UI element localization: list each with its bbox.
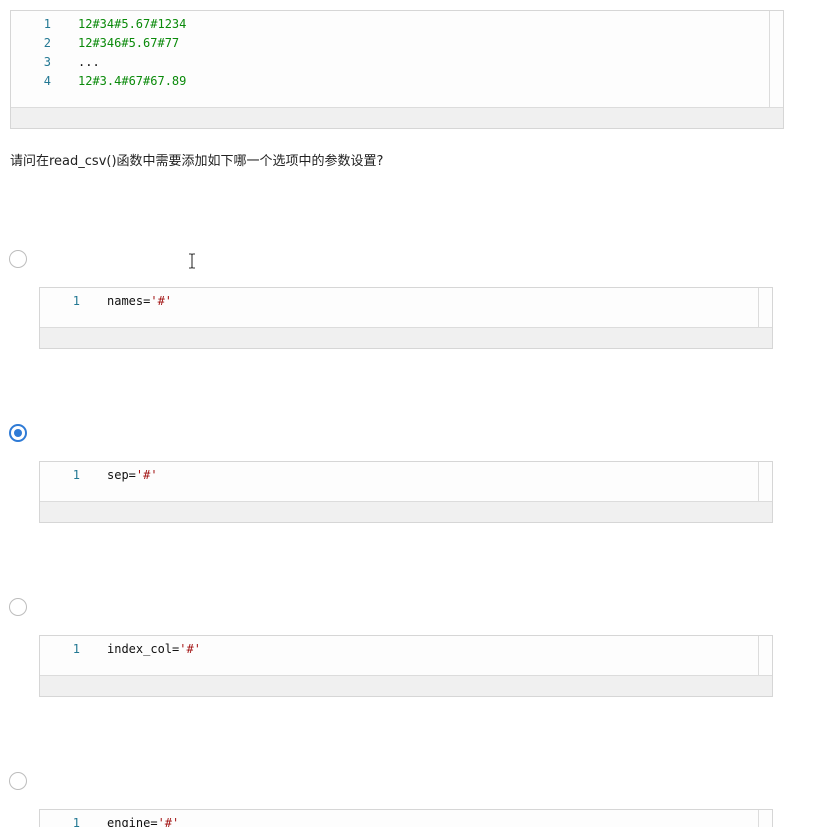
line-number: 1 — [72, 468, 80, 482]
line-number: 3 — [43, 55, 51, 69]
question-text: 请问在read_csv()函数中需要添加如下哪一个选项中的参数设置? — [10, 154, 384, 169]
code-param: names= — [107, 294, 151, 308]
line-number: 1 — [72, 816, 80, 827]
line-number: 1 — [43, 17, 51, 31]
option-d-radio[interactable] — [9, 772, 27, 790]
code-string: '#' — [135, 468, 158, 482]
vertical-scrollbar[interactable] — [758, 288, 772, 327]
option-d-code-block: 1 engine= '#' — [39, 809, 773, 827]
code-text: 12#3.4#67#67.89 — [78, 74, 187, 88]
code-line: 1 sep= '#' — [40, 466, 772, 485]
line-number: 1 — [72, 294, 80, 308]
line-number: 1 — [72, 642, 80, 656]
option-b-code-block: 1 sep= '#' — [39, 461, 773, 523]
horizontal-scrollbar[interactable] — [40, 676, 772, 696]
option-b-code-editor[interactable]: 1 sep= '#' — [40, 462, 772, 502]
code-string: '#' — [179, 642, 201, 656]
vertical-scrollbar[interactable] — [758, 636, 772, 675]
code-line: 2 12#346#5.67#77 — [11, 34, 783, 53]
text-cursor-icon — [189, 253, 195, 269]
line-number: 2 — [43, 36, 51, 50]
code-text: ... — [78, 55, 100, 69]
option-b-radio[interactable] — [9, 424, 27, 442]
code-param: index_col= — [107, 642, 180, 656]
data-code-editor[interactable]: 1 12#34#5.67#1234 2 12#346#5.67#77 3 ...… — [11, 11, 783, 108]
option-c-code-block: 1 index_col= '#' — [39, 635, 773, 697]
code-line: 4 12#3.4#67#67.89 — [11, 72, 783, 91]
horizontal-scrollbar[interactable] — [11, 108, 783, 128]
horizontal-scrollbar[interactable] — [40, 502, 772, 522]
code-line: 1 12#34#5.67#1234 — [11, 15, 783, 34]
code-string: '#' — [157, 816, 180, 827]
vertical-scrollbar[interactable] — [758, 810, 772, 827]
option-a-code-block: 1 names= '#' — [39, 287, 773, 349]
option-d-code-editor[interactable]: 1 engine= '#' — [40, 810, 772, 827]
code-line: 1 engine= '#' — [40, 814, 772, 827]
option-c-radio[interactable] — [9, 598, 27, 616]
option-a-radio[interactable] — [9, 250, 27, 268]
horizontal-scrollbar[interactable] — [40, 328, 772, 348]
code-line: 1 index_col= '#' — [40, 640, 772, 659]
code-text: 12#34#5.67#1234 — [78, 17, 187, 31]
vertical-scrollbar[interactable] — [769, 11, 783, 107]
code-string: '#' — [150, 294, 173, 308]
line-number: 4 — [43, 74, 51, 88]
code-line: 1 names= '#' — [40, 292, 772, 311]
option-c-code-editor[interactable]: 1 index_col= '#' — [40, 636, 772, 676]
code-line: 3 ... — [11, 53, 783, 72]
data-code-block: 1 12#34#5.67#1234 2 12#346#5.67#77 3 ...… — [10, 10, 784, 129]
vertical-scrollbar[interactable] — [758, 462, 772, 501]
code-text: 12#346#5.67#77 — [78, 36, 180, 50]
code-param: engine= — [107, 816, 158, 827]
code-param: sep= — [107, 468, 136, 482]
option-a-code-editor[interactable]: 1 names= '#' — [40, 288, 772, 328]
